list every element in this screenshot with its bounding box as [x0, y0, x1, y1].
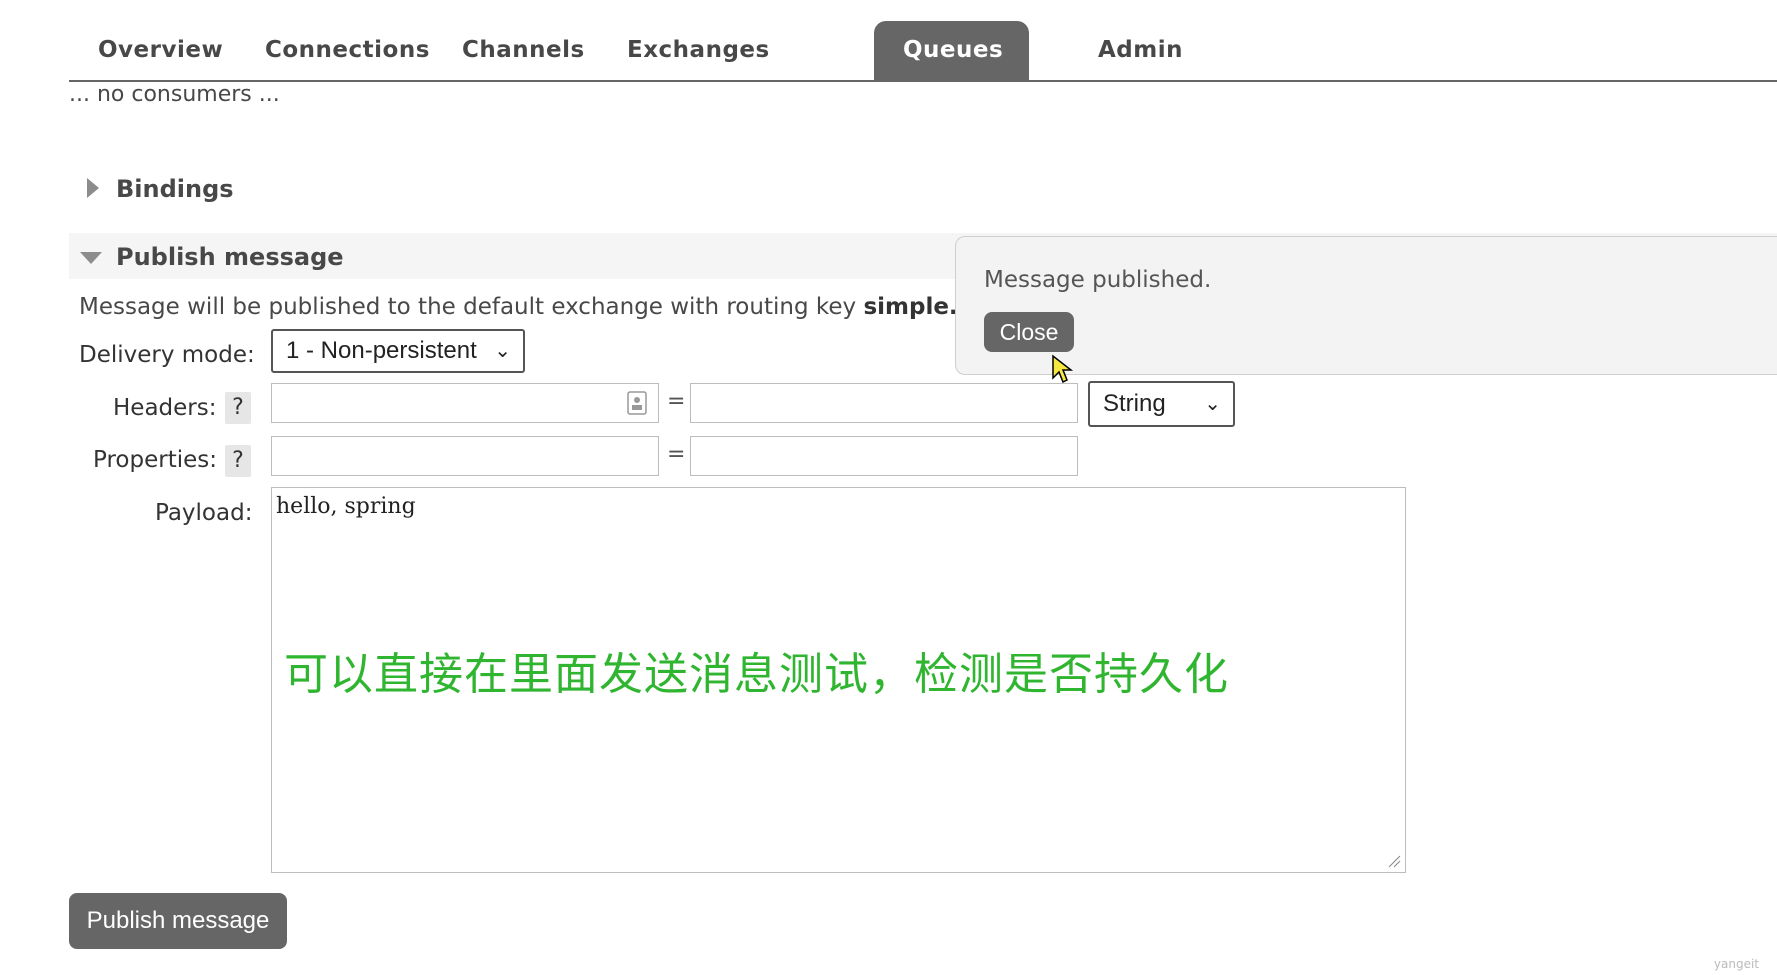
header-value-input[interactable] [690, 383, 1078, 423]
tab-admin[interactable]: Admin [1069, 21, 1212, 80]
property-key-input[interactable] [271, 436, 659, 476]
collapse-arrow-icon[interactable] [80, 252, 102, 264]
publish-message-button[interactable]: Publish message [69, 893, 287, 949]
chevron-down-icon: ⌄ [494, 340, 511, 362]
header-key-input[interactable] [271, 383, 659, 423]
publish-section-title[interactable]: Publish message [116, 243, 344, 271]
payload-label: Payload: [155, 500, 253, 526]
tab-queues[interactable]: Queues [874, 21, 1029, 80]
header-type-select[interactable]: String ⌄ [1088, 381, 1235, 427]
properties-equals-sign: = [667, 442, 686, 467]
delivery-mode-label: Delivery mode: [79, 342, 255, 368]
payload-text: hello, spring [276, 494, 416, 519]
mouse-pointer-icon [1052, 354, 1073, 384]
close-button[interactable]: Close [984, 312, 1074, 352]
header-type-value: String [1103, 390, 1166, 417]
contact-card-icon [627, 391, 647, 415]
publish-info-text: Message will be published to the default… [79, 294, 975, 320]
property-value-input[interactable] [690, 436, 1078, 476]
headers-equals-sign: = [667, 389, 686, 414]
resize-grip-icon[interactable] [1387, 854, 1401, 868]
delivery-mode-select[interactable]: 1 - Non-persistent ⌄ [271, 329, 525, 373]
headers-help-button[interactable]: ? [225, 392, 251, 424]
tab-overview[interactable]: Overview [69, 21, 252, 80]
message-published-popup: Message published. Close [955, 236, 1777, 375]
chevron-down-icon: ⌄ [1204, 393, 1221, 415]
headers-label: Headers: [113, 395, 217, 421]
video-caption-overlay: 可以直接在里面发送消息测试，检测是否持久化 [284, 649, 1229, 700]
properties-label: Properties: [93, 447, 217, 473]
properties-help-button[interactable]: ? [225, 445, 251, 477]
tab-channels[interactable]: Channels [433, 21, 614, 80]
delivery-mode-value: 1 - Non-persistent [286, 337, 477, 364]
expand-arrow-icon[interactable] [87, 178, 99, 198]
popup-message: Message published. [984, 267, 1212, 293]
tab-exchanges[interactable]: Exchanges [598, 21, 799, 80]
watermark-text: yangeit [1713, 957, 1759, 971]
consumers-status-text: ... no consumers ... [69, 82, 280, 107]
tab-connections[interactable]: Connections [236, 21, 459, 80]
bindings-section-title[interactable]: Bindings [116, 175, 234, 203]
main-nav-tabs: Overview Connections Channels Exchanges … [69, 0, 1777, 82]
